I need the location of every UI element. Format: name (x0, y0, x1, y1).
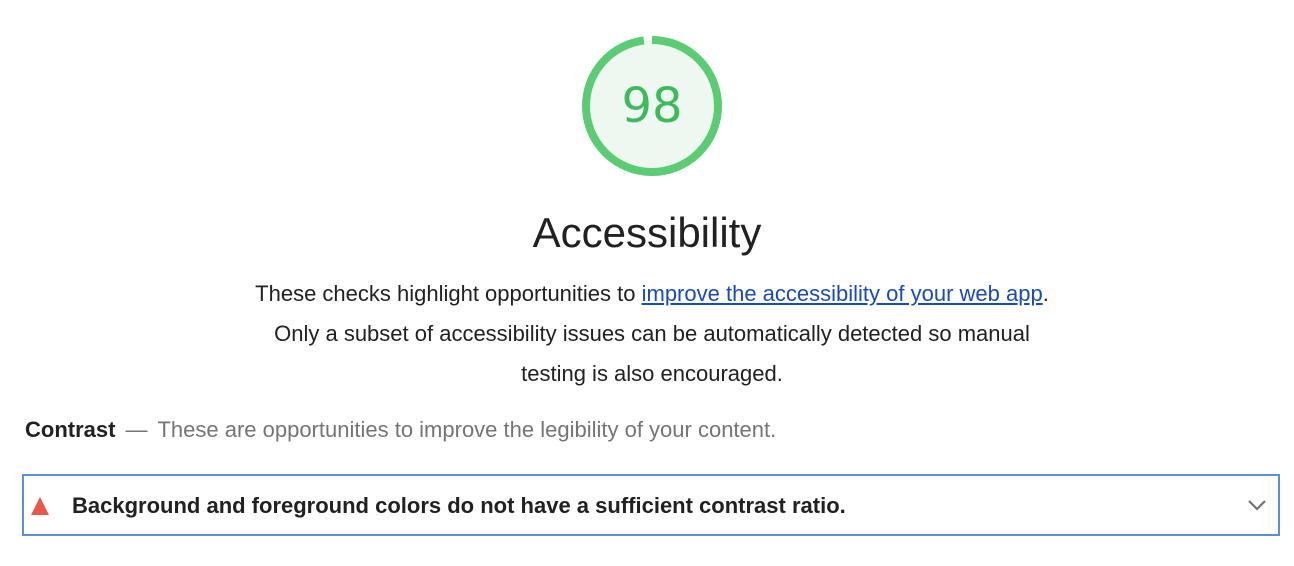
group-description: These are opportunities to improve the l… (157, 417, 777, 442)
category-title: Accessibility (532, 209, 762, 256)
score-gauge: 98 (579, 33, 725, 179)
score-value: 98 (621, 78, 683, 134)
accessibility-docs-link[interactable]: improve the accessibility of your web ap… (642, 281, 1043, 306)
group-separator: — (125, 417, 148, 442)
audit-item-color-contrast[interactable]: Background and foreground colors do not … (22, 474, 1280, 536)
audit-title: Background and foreground colors do not … (72, 493, 846, 518)
audit-group-header: Contrast — These are opportunities to impr… (25, 414, 776, 446)
group-title: Contrast (25, 417, 116, 442)
category-description: These checks highlight opportunities to … (247, 274, 1057, 394)
chevron-down-icon[interactable] (1246, 494, 1268, 516)
warning-triangle-icon (30, 496, 50, 516)
description-text-before: These checks highlight opportunities to (255, 281, 642, 306)
